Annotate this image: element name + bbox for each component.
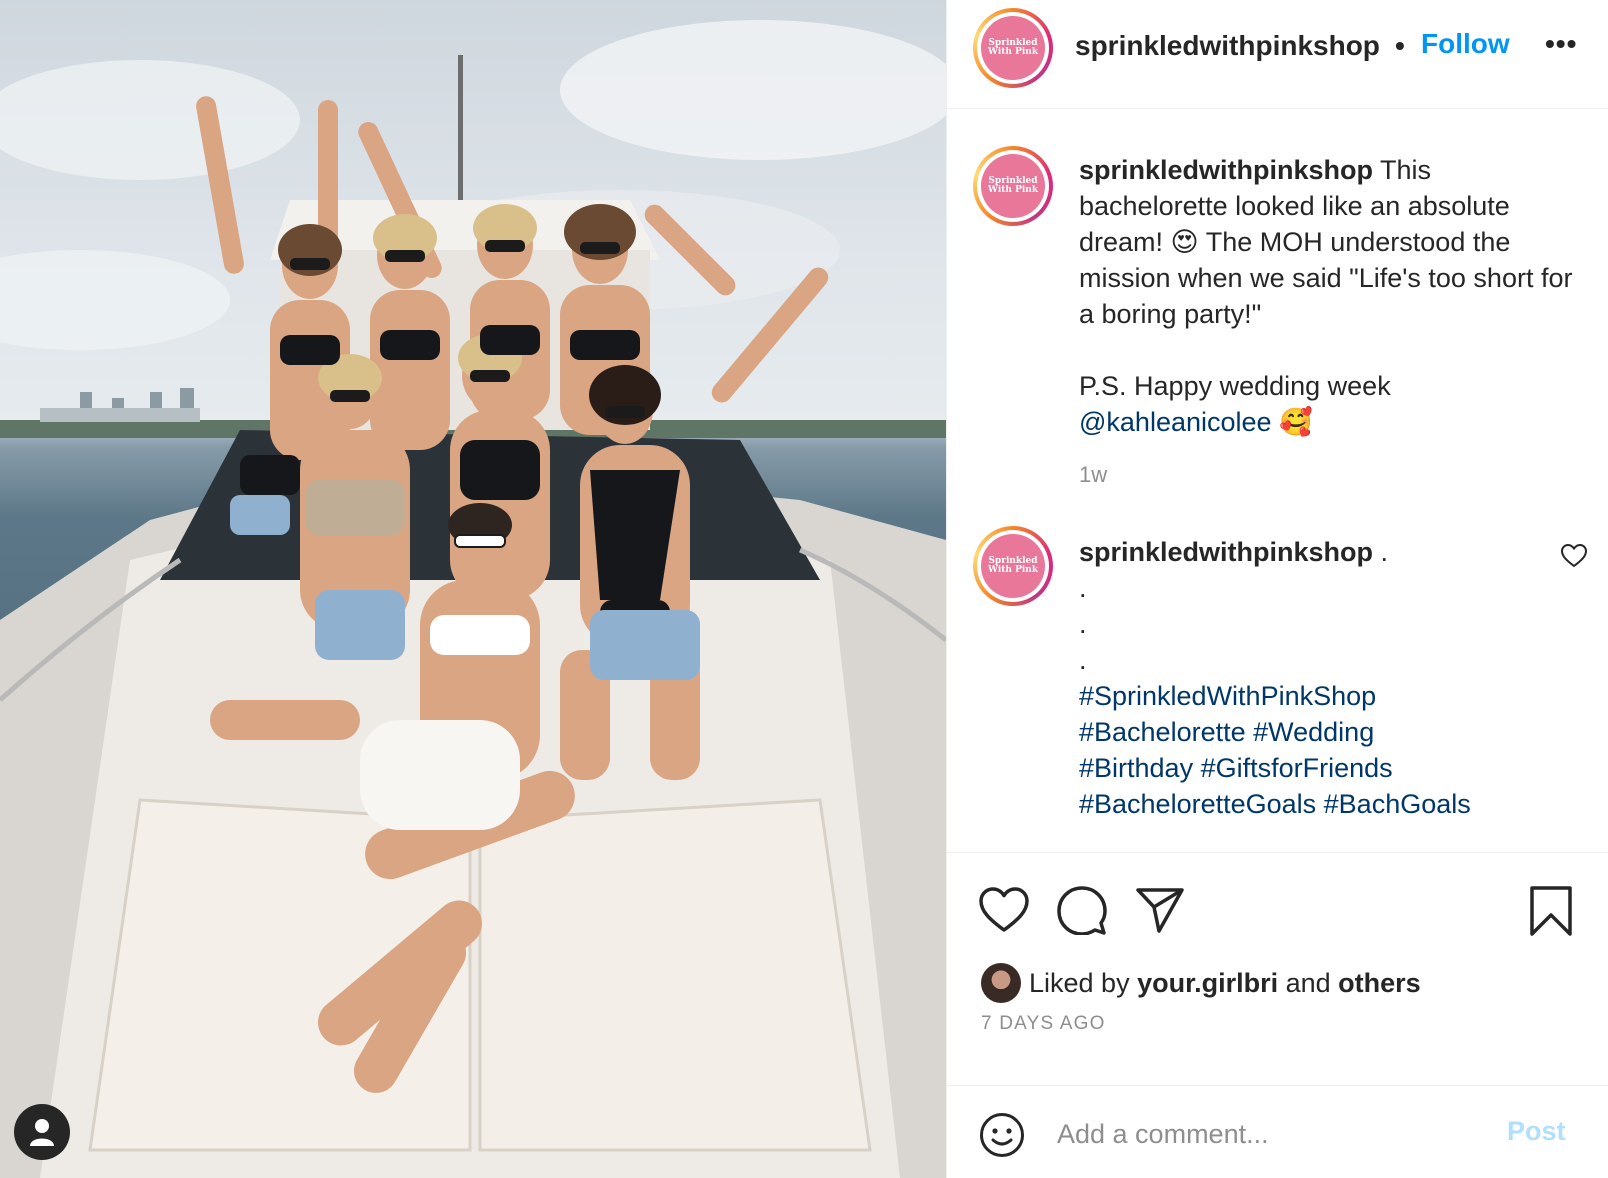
- others-link[interactable]: others: [1338, 968, 1421, 998]
- mention-link[interactable]: @kahleanicolee: [1079, 407, 1272, 437]
- post-comment-button[interactable]: Post: [1507, 1116, 1566, 1147]
- comment-bubble-icon[interactable]: [1057, 885, 1107, 935]
- user-icon: [30, 1119, 54, 1146]
- caption-text-part-3: P.S. Happy wedding week: [1079, 371, 1391, 401]
- comment-like-heart-icon[interactable]: [1561, 544, 1587, 568]
- smiling-hearts-emoji: 🥰: [1279, 407, 1313, 437]
- hashtag-links[interactable]: #Birthday #GiftsforFriends: [1079, 753, 1393, 783]
- hashtag-links[interactable]: #Bachelorette #Wedding: [1079, 717, 1374, 747]
- hashtag-links[interactable]: #BacheloretteGoals #BachGoals: [1079, 789, 1471, 819]
- caption-avatar[interactable]: Sprinkled With Pink: [973, 146, 1053, 226]
- profile-avatar[interactable]: Sprinkled With Pink: [973, 8, 1053, 88]
- comment-dot: .: [1079, 609, 1087, 639]
- follow-button[interactable]: Follow: [1421, 28, 1510, 60]
- header-username-link[interactable]: sprinkledwithpinkshop: [1075, 30, 1380, 62]
- comment-avatar[interactable]: Sprinkled With Pink: [973, 526, 1053, 606]
- avatar-logo: Sprinkled With Pink: [981, 154, 1045, 218]
- heart-eyes-emoji: 😍: [1170, 227, 1199, 257]
- separator-dot: •: [1395, 30, 1405, 61]
- paper-plane-icon[interactable]: [1135, 887, 1185, 933]
- comment-dot: .: [1079, 645, 1087, 675]
- liked-by-text: Liked by your.girlbri and others: [1029, 967, 1421, 998]
- caption-username-link[interactable]: sprinkledwithpinkshop: [1079, 155, 1373, 185]
- comment-input[interactable]: [1057, 1114, 1477, 1154]
- comments-list[interactable]: Sprinkled With Pink sprinkledwithpinksho…: [947, 110, 1608, 852]
- post-actions: Liked by your.girlbri and others 7 DAYS …: [947, 852, 1608, 1178]
- comment-first-line: .: [1373, 537, 1389, 567]
- comment-username-link[interactable]: sprinkledwithpinkshop: [1079, 537, 1373, 567]
- post-header: Sprinkled With Pink sprinkledwithpinksho…: [947, 0, 1608, 109]
- more-options-button[interactable]: •••: [1545, 28, 1577, 60]
- hashtag-links[interactable]: #SprinkledWithPinkShop: [1079, 681, 1376, 711]
- tagged-users-button[interactable]: [14, 1104, 70, 1160]
- post-photo[interactable]: [0, 0, 946, 1178]
- liker-avatar[interactable]: [981, 963, 1021, 1003]
- post-date[interactable]: 7 DAYS AGO: [981, 1013, 1106, 1035]
- smiley-icon[interactable]: [979, 1112, 1025, 1158]
- avatar-logo: Sprinkled With Pink: [981, 16, 1045, 80]
- liked-by-row: Liked by your.girlbri and others: [981, 963, 1421, 1003]
- comment-composer: Post: [947, 1085, 1608, 1178]
- heart-icon[interactable]: [979, 887, 1029, 933]
- bookmark-icon[interactable]: [1529, 885, 1573, 937]
- post-details-panel: Sprinkled With Pink sprinkledwithpinksho…: [946, 0, 1608, 1178]
- comment-text: sprinkledwithpinkshop . . . . #Sprinkled…: [1079, 534, 1579, 822]
- avatar-logo: Sprinkled With Pink: [981, 534, 1045, 598]
- yacht-party-photo: [0, 20, 946, 1178]
- caption-timestamp[interactable]: 1w: [1079, 462, 1107, 488]
- comment-dot: .: [1079, 573, 1087, 603]
- liker-username-link[interactable]: your.girlbri: [1137, 968, 1278, 998]
- caption-text: sprinkledwithpinkshop This bachelorette …: [1079, 152, 1579, 440]
